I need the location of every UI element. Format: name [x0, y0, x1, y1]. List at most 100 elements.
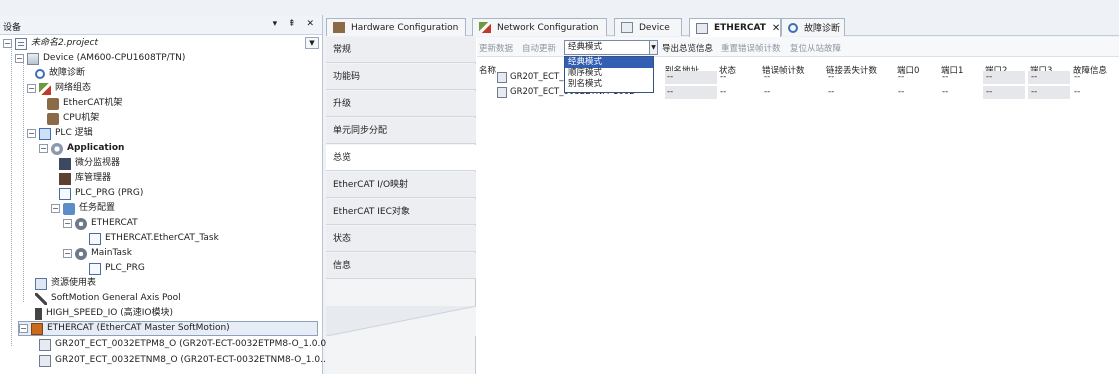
tree-item-fault-diagnosis[interactable]: 故障诊断	[35, 66, 85, 81]
cell-value: --	[1074, 72, 1081, 82]
tree-item-label: ETHERCAT	[91, 218, 138, 228]
mode-select[interactable]: 经典模式	[564, 40, 651, 55]
tree-guide-line	[11, 46, 12, 346]
gear-icon	[75, 217, 87, 230]
tree-item-cpu-rack[interactable]: CPU机架	[47, 111, 99, 126]
tab-fault-diagnosis[interactable]: 故障诊断	[781, 18, 845, 36]
refresh-data-button[interactable]: 更新数据	[479, 42, 513, 54]
tree-item-device[interactable]: − Device (AM600-CPU1608TP/TN)	[15, 51, 185, 66]
tab-ethercat[interactable]: ETHERCAT ✕	[689, 18, 781, 37]
editor-tab-strip: Hardware Configuration Network Configura…	[326, 17, 1119, 37]
nav-item-status[interactable]: 状态	[326, 226, 476, 252]
nav-item-general[interactable]: 常规	[326, 37, 476, 63]
collapse-toggle[interactable]: −	[19, 324, 28, 333]
nav-item-info[interactable]: 信息	[326, 253, 476, 279]
tree-item-slave-etnm8[interactable]: GR20T_ECT_0032ETNM8_O (GR20T-ECT-0032ETN…	[39, 353, 332, 368]
tab-network-configuration[interactable]: Network Configuration	[472, 18, 607, 36]
tree-item-axis-pool[interactable]: SoftMotion General Axis Pool	[35, 291, 181, 306]
overview-panel: 更新数据 自动更新 经典模式 ▼ 导出总览信息 重置错误帧计数 复位从站故障 经…	[477, 37, 1119, 374]
tree-dropdown-button[interactable]: ▼	[305, 37, 319, 49]
cell-value: --	[898, 87, 905, 97]
tree-item-label: 资源使用表	[51, 278, 97, 288]
gear-icon	[75, 247, 87, 260]
tree-item-label: PLC_PRG (PRG)	[75, 188, 144, 198]
collapse-toggle[interactable]: −	[63, 249, 72, 258]
reset-error-count-button[interactable]: 重置错误帧计数	[721, 42, 781, 54]
tree-item-label: EtherCAT机架	[63, 98, 123, 108]
tree-item-slave-etpm8[interactable]: GR20T_ECT_0032ETPM8_O (GR20T-ECT-0032ETP…	[39, 337, 335, 352]
project-icon	[15, 37, 27, 50]
tree-item-task-config[interactable]: − 任务配置	[51, 201, 115, 216]
tree-item-ethercat-master[interactable]: − ETHERCAT (EtherCAT Master SoftMotion)	[18, 321, 318, 336]
tree-item-network-config[interactable]: − 网络组态	[27, 81, 91, 96]
slave-device-icon	[39, 354, 51, 367]
cell-value: --	[667, 87, 674, 97]
slave-device-icon	[39, 338, 51, 351]
collapse-toggle[interactable]: −	[63, 219, 72, 228]
tree-item-application[interactable]: − Application	[39, 141, 124, 156]
nav-item-io-mapping[interactable]: EtherCAT I/O映射	[326, 172, 476, 198]
device-icon	[27, 52, 39, 65]
tree-item-label: GR20T_ECT_0032ETNM8_O (GR20T-ECT-0032ETN…	[55, 355, 332, 365]
mode-option-alias[interactable]: 别名模式	[565, 79, 653, 90]
tree-item-library-manager[interactable]: 库管理器	[59, 171, 111, 186]
tree-item-high-speed-io[interactable]: HIGH_SPEED_IO (高速IO模块)	[35, 306, 173, 321]
auto-refresh-button[interactable]: 自动更新	[522, 42, 556, 54]
tree-item-label: ETHERCAT.EtherCAT_Task	[105, 233, 219, 243]
tab-label: Network Configuration	[497, 22, 599, 33]
cell-value: --	[764, 87, 771, 97]
tree-item-label: SoftMotion General Axis Pool	[51, 293, 181, 303]
program-icon	[59, 187, 71, 200]
slave-device-icon	[497, 72, 507, 83]
tree-item-plc-prg-call[interactable]: PLC_PRG	[89, 261, 145, 276]
cell-value: --	[942, 72, 949, 82]
tree-item-ethercat-rack[interactable]: EtherCAT机架	[47, 96, 122, 111]
cell-value: --	[986, 72, 993, 82]
nav-item-function-code[interactable]: 功能码	[326, 64, 476, 90]
nav-item-overview[interactable]: 总览	[326, 145, 476, 171]
task-config-icon	[63, 202, 75, 215]
tree-item-ethercat-task-call[interactable]: ETHERCAT.EtherCAT_Task	[89, 231, 219, 246]
tree-item-label: GR20T_ECT_0032ETPM8_O (GR20T-ECT-0032ETP…	[55, 339, 335, 349]
reset-slave-fault-button[interactable]: 复位从站故障	[790, 42, 841, 54]
tree-item-plc-logic[interactable]: − PLC 逻辑	[27, 126, 93, 141]
ethercat-editor: 常规 功能码 升级 单元同步分配 总览 EtherCAT I/O映射 Ether…	[326, 37, 1119, 374]
tree-item-label: 故障诊断	[49, 68, 86, 78]
cell-value: --	[1031, 87, 1038, 97]
cell-value: --	[667, 72, 674, 82]
nav-item-iec-objects[interactable]: EtherCAT IEC对象	[326, 199, 476, 225]
collapse-toggle[interactable]: −	[27, 129, 36, 138]
collapse-toggle[interactable]: −	[27, 84, 36, 93]
cell-value: --	[720, 72, 727, 82]
tree-item-label: 任务配置	[79, 203, 116, 213]
tab-hardware-configuration[interactable]: Hardware Configuration	[326, 18, 466, 36]
tree-item-label: Device (AM600-CPU1608TP/TN)	[43, 53, 186, 63]
export-overview-button[interactable]: 导出总览信息	[662, 42, 713, 54]
nav-item-upgrade[interactable]: 升级	[326, 91, 476, 117]
tree-item-watch[interactable]: 微分监视器	[59, 156, 120, 171]
close-icon[interactable]: ✕	[772, 23, 780, 34]
tree-item-ethercat-task[interactable]: − ETHERCAT	[63, 216, 138, 231]
tree-item-maintask[interactable]: − MainTask	[63, 246, 132, 261]
panel-window-buttons[interactable]: ▾ ⇞ ✕	[273, 19, 318, 29]
tree-item-plc-prg[interactable]: PLC_PRG (PRG)	[59, 186, 143, 201]
collapse-toggle[interactable]: −	[15, 54, 24, 63]
tree-item-resource-usage[interactable]: 资源使用表	[35, 276, 96, 291]
network-icon	[39, 82, 51, 95]
rack-icon	[47, 97, 59, 110]
mode-option-sequence[interactable]: 顺序模式	[565, 68, 653, 79]
collapse-toggle[interactable]: −	[3, 39, 12, 48]
chevron-down-icon[interactable]: ▼	[649, 40, 658, 55]
tab-device[interactable]: Device	[614, 18, 682, 36]
nav-item-sync-unit[interactable]: 单元同步分配	[326, 118, 476, 144]
collapse-toggle[interactable]: −	[51, 204, 60, 213]
tab-label: Hardware Configuration	[351, 22, 459, 33]
tab-label: ETHERCAT	[714, 23, 766, 33]
device-tree-panel: 设备 ▾ ⇞ ✕ ▼ − 未命名2.project − Device (AM60…	[0, 15, 335, 374]
tree-item-project[interactable]: − 未命名2.project	[3, 36, 98, 51]
collapse-toggle[interactable]: −	[39, 144, 48, 153]
tree-item-label: 未命名2.project	[31, 38, 99, 48]
cell-value: --	[720, 87, 727, 97]
watch-icon	[59, 157, 71, 170]
mode-option-classic[interactable]: 经典模式	[565, 57, 653, 68]
